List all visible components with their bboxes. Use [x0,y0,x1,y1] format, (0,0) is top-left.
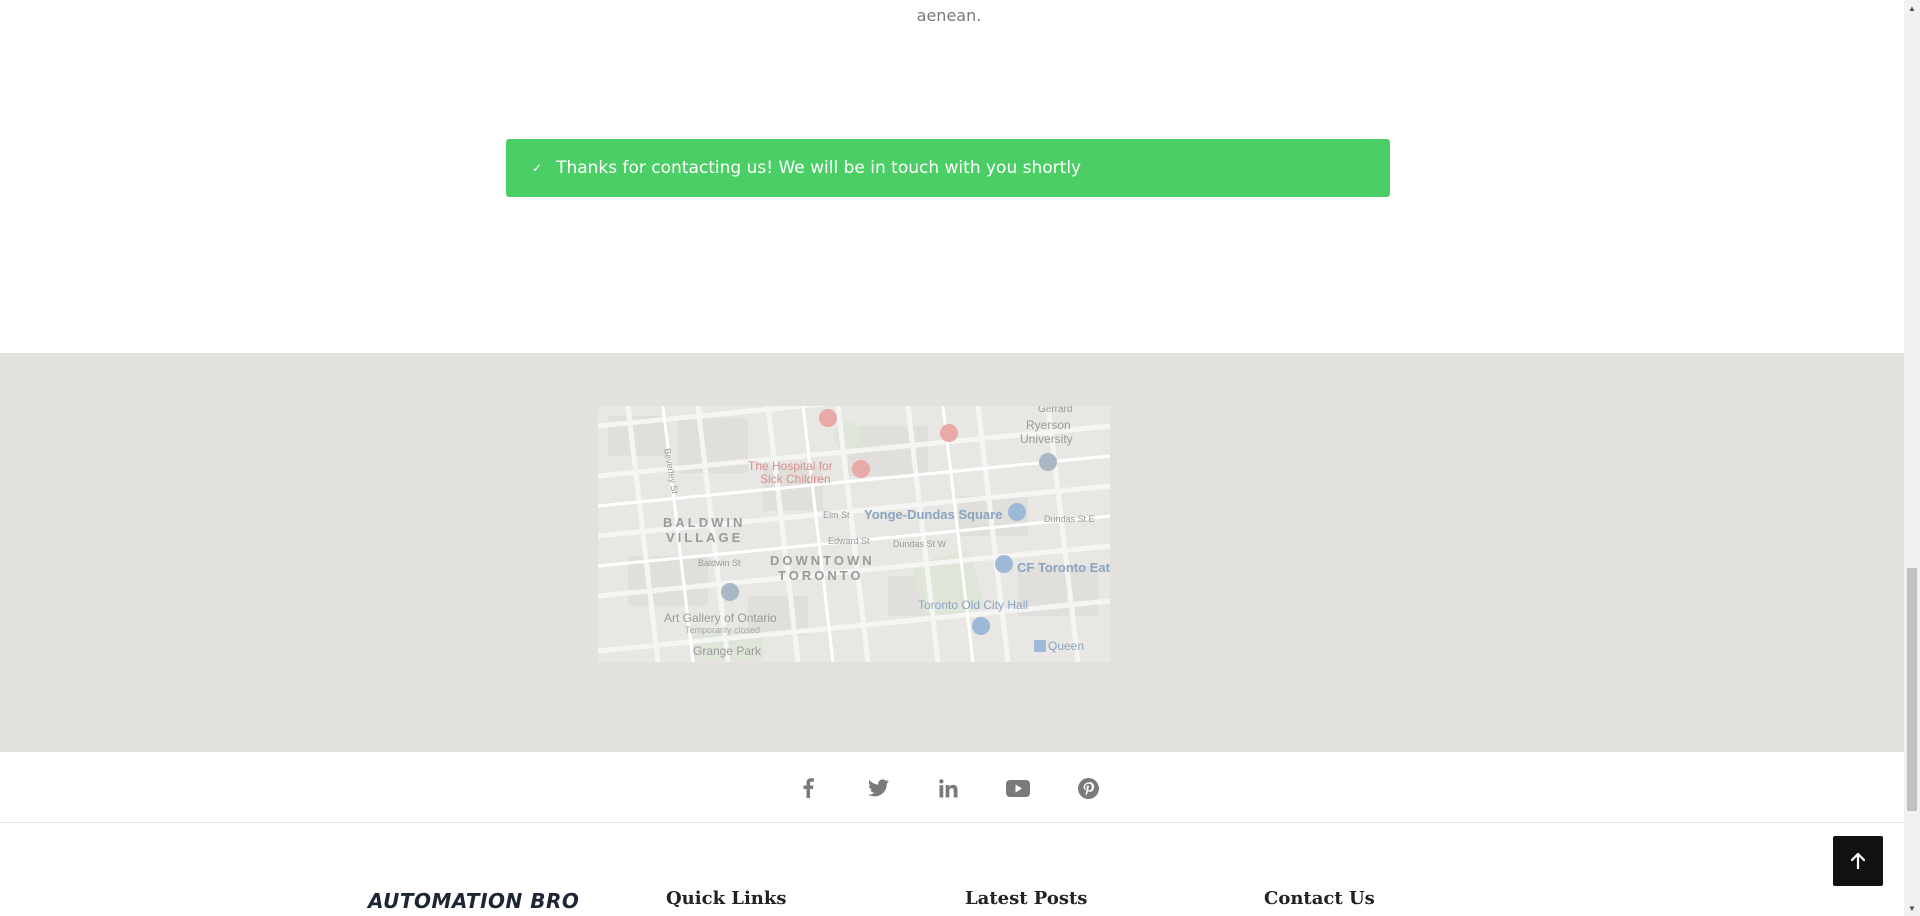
map-label-temporarily-closed: Temporarily closed [685,625,761,635]
map-label-elm: Elm St [823,510,850,520]
vertical-scrollbar[interactable]: ▲ ▼ [1904,0,1920,916]
map-label-city-hall: Toronto Old City Hall [918,598,1029,612]
map-label-baldwin: BALDWIN [663,515,746,530]
map-label-baldwin-st: Baldwin St [698,558,741,568]
map-label-yonge-dundas: Yonge-Dundas Square [864,507,1003,522]
map-label-downtown: DOWNTOWN [770,553,875,568]
map-label-hospital-1: The Hospital for [748,459,833,473]
youtube-icon[interactable] [1006,776,1030,800]
map-label-queen: Queen [1048,639,1085,653]
quick-links-heading: Quick Links [666,888,787,909]
map-label-ryerson: Ryerson [1026,418,1071,432]
map-label-dundas-e: Dundas St E [1044,514,1095,524]
success-alert: ✓ Thanks for contacting us! We will be i… [506,139,1390,197]
map-label-village: VILLAGE [666,530,744,545]
latest-posts-heading: Latest Posts [965,888,1088,909]
map-label-dundas-w: Dundas St W [893,539,947,549]
back-to-top-button[interactable] [1833,836,1883,886]
scrollbar-thumb[interactable] [1907,568,1917,811]
map-label-cf-toronto: CF Toronto Eat [1017,560,1110,575]
google-map[interactable]: Gerrard Ryerson University The Hospital … [598,406,1110,662]
map-label-edward: Edward St [828,536,870,546]
map-label-university: University [1020,432,1073,446]
arrow-up-icon [1851,853,1865,869]
footer-logo[interactable]: AUTOMATION BRO [368,889,579,913]
intro-text: aenean. [916,6,982,25]
social-bar [0,752,1904,823]
scroll-down-arrow-icon[interactable]: ▼ [1904,900,1920,916]
success-message: Thanks for contacting us! We will be in … [556,158,1082,178]
map-label-ago: Art Gallery of Ontario [664,611,777,625]
page: aenean. ✓ Thanks for contacting us! We w… [0,0,1920,916]
check-icon: ✓ [532,161,543,175]
map-section: Gerrard Ryerson University The Hospital … [0,353,1904,752]
map-label-gerrard: Gerrard [1038,406,1073,415]
twitter-icon[interactable] [866,776,890,800]
site-footer: AUTOMATION BRO Quick Links Latest Posts … [0,823,1904,916]
facebook-icon[interactable] [796,776,820,800]
map-label-hospital-2: Sick Children [760,472,831,486]
map-label-toronto: TORONTO [778,568,864,583]
pinterest-icon[interactable] [1076,776,1100,800]
scroll-up-arrow-icon[interactable]: ▲ [1904,0,1920,16]
map-label-grange: Grange Park [693,644,762,658]
contact-us-heading: Contact Us [1264,888,1375,909]
page-content: aenean. ✓ Thanks for contacting us! We w… [0,0,1904,916]
linkedin-icon[interactable] [936,776,960,800]
